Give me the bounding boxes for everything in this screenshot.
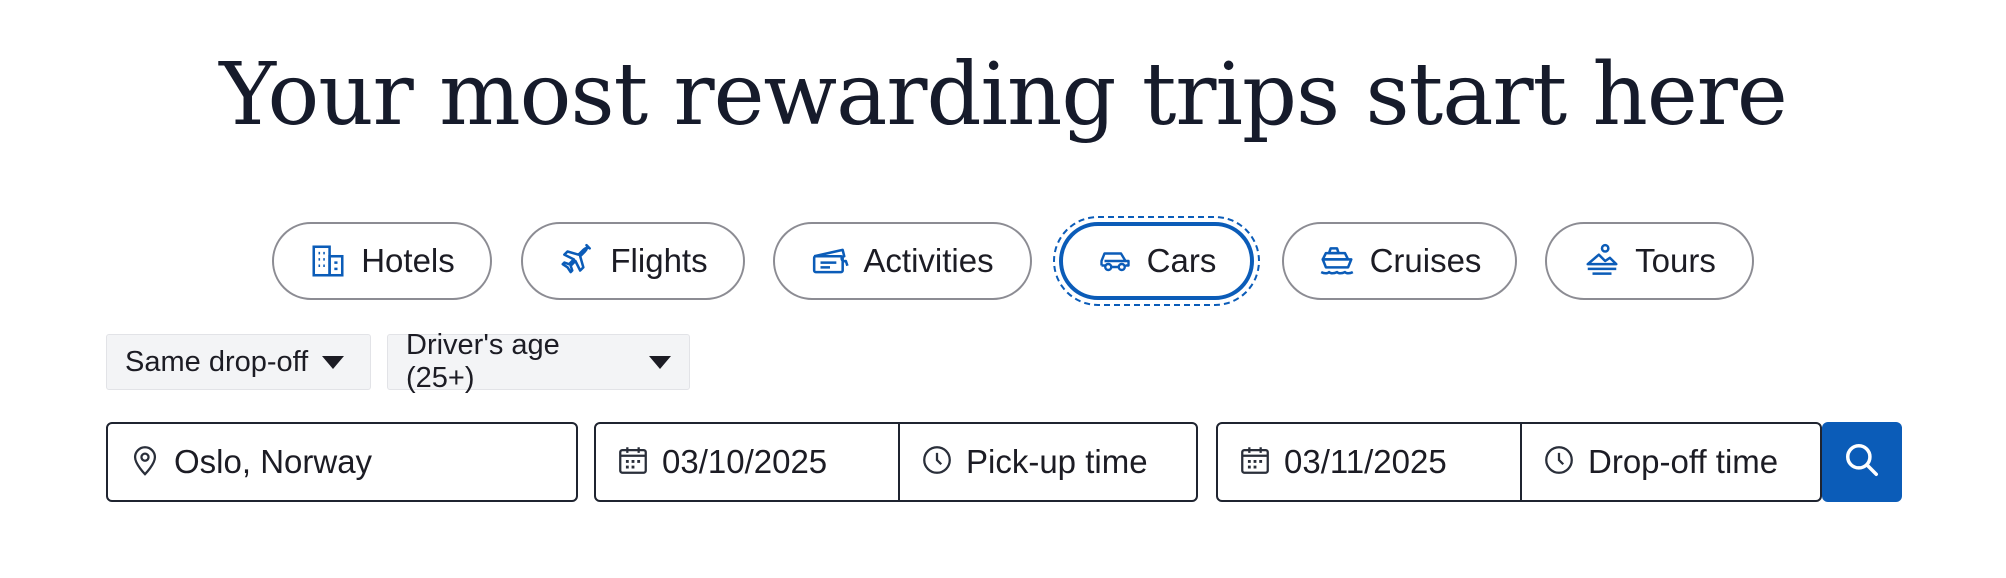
page-title: Your most rewarding trips start here [219, 45, 1788, 145]
caret-down-icon [649, 355, 671, 369]
tab-label: Cars [1146, 242, 1217, 279]
search-icon [1843, 441, 1881, 484]
dropoff-time-input[interactable]: Drop-off time [1522, 424, 1822, 500]
tab-activities[interactable]: Activities [773, 222, 1032, 300]
tab-tours[interactable]: Tours [1545, 222, 1754, 300]
pickup-time-input[interactable]: Pick-up time [900, 424, 1198, 500]
tab-label: Flights [610, 242, 708, 279]
clock-icon [920, 443, 954, 482]
tab-label: Activities [863, 242, 994, 279]
location-value: Oslo, Norway [174, 443, 373, 480]
travel-type-tabs: Hotels Flights Activities Cars Cruises T… [0, 216, 2006, 306]
dropoff-date-value: 03/11/2025 [1284, 443, 1447, 480]
dropoff-select[interactable]: Same drop-off [106, 334, 371, 390]
pickup-field: 03/10/2025 Pick-up time [594, 422, 1198, 502]
caret-down-icon [322, 355, 345, 369]
tab-cruises[interactable]: Cruises [1282, 222, 1517, 300]
tab-label: Hotels [361, 242, 455, 279]
driver-age-select-label: Driver's age (25+) [406, 329, 560, 394]
tab-flights[interactable]: Flights [521, 222, 745, 300]
location-field[interactable]: Oslo, Norway [106, 422, 578, 502]
airplane-icon [558, 242, 596, 280]
tab-label: Tours [1635, 242, 1716, 279]
tab-hotels[interactable]: Hotels [272, 222, 492, 300]
dropoff-select-label: Same drop-off [125, 345, 309, 378]
tab-label: Cruises [1369, 242, 1482, 279]
clock-icon [1542, 443, 1576, 482]
hotel-icon [309, 242, 347, 280]
ticket-icon [811, 242, 850, 280]
calendar-icon [1238, 443, 1272, 482]
dropoff-date-input[interactable]: 03/11/2025 [1218, 424, 1520, 500]
map-pin-icon [128, 443, 162, 482]
dropoff-time-value: Drop-off time [1588, 443, 1779, 480]
pickup-time-value: Pick-up time [966, 443, 1148, 480]
search-button[interactable] [1822, 422, 1902, 502]
driver-age-select[interactable]: Driver's age (25+) [387, 329, 690, 394]
pickup-date-value: 03/10/2025 [662, 443, 828, 480]
calendar-icon [616, 443, 650, 482]
car-icon [1097, 243, 1133, 279]
location-input[interactable]: Oslo, Norway [108, 424, 576, 500]
pickup-date-input[interactable]: 03/10/2025 [596, 424, 898, 500]
tour-icon [1583, 242, 1621, 280]
dropoff-field: 03/11/2025 Drop-off time [1216, 422, 1822, 502]
cruise-ship-icon [1318, 242, 1356, 280]
tab-cars[interactable]: Cars [1053, 216, 1260, 306]
